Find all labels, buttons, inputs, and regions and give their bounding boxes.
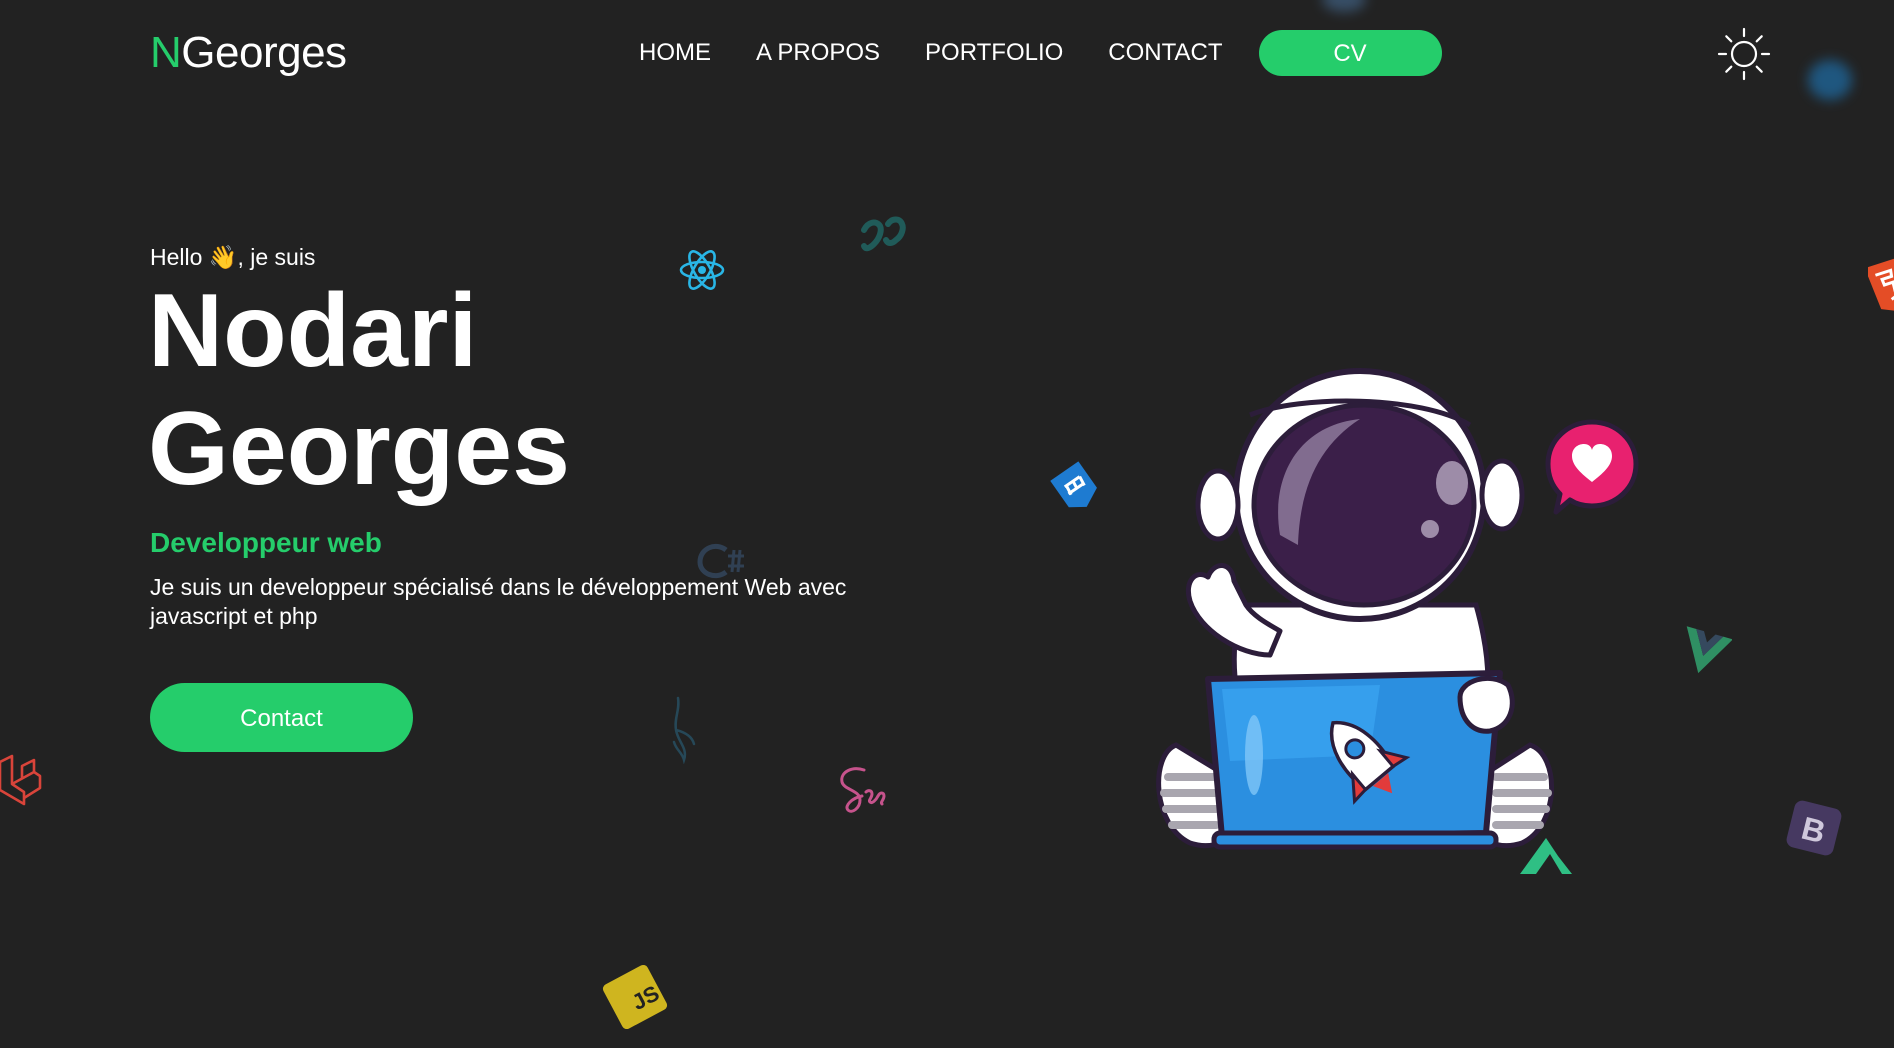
hero-last-name: Georges — [148, 391, 570, 507]
logo-text: Georges — [181, 28, 347, 77]
blurred-mysql-icon — [1808, 60, 1852, 100]
bootstrap-icon: B — [1786, 800, 1842, 856]
tailwind-icon — [861, 216, 906, 252]
hero-first-name: Nodari — [148, 273, 478, 389]
hero-greeting: Hello 👋, je suis — [150, 242, 315, 272]
cv-button[interactable]: CV — [1258, 30, 1442, 76]
sun-icon — [1717, 27, 1771, 81]
react-icon — [679, 250, 725, 290]
javascript-icon: JS — [602, 964, 668, 1030]
astronaut-with-laptop-illustration — [1156, 368, 1554, 850]
vue-icon — [1686, 626, 1732, 674]
contact-button[interactable]: Contact — [150, 683, 413, 752]
nav-link-contact[interactable]: CONTACT — [1108, 31, 1222, 75]
greeting-text-after: , je suis — [237, 244, 316, 270]
logo-initial: N — [150, 28, 182, 77]
waving-hand-icon: 👋 — [208, 244, 238, 270]
portfolio-page: NGeorges HOME A PROPOS PORTFOLIO CONTACT… — [0, 0, 1894, 1048]
laravel-icon — [0, 754, 42, 806]
nav-link-home[interactable]: HOME — [639, 31, 711, 75]
sass-icon — [840, 767, 886, 813]
hero-name: Nodari Georges — [148, 272, 570, 508]
greeting-text-before: Hello — [150, 244, 209, 270]
csharp-icon — [697, 544, 744, 579]
mui-icon — [1050, 461, 1097, 508]
mysql-dolphin-icon — [672, 696, 696, 764]
main-nav: HOME A PROPOS PORTFOLIO CONTACT CV — [620, 30, 1442, 76]
hero-role: Developpeur web — [150, 527, 382, 558]
blurred-dot-icon — [1322, 0, 1366, 12]
theme-toggle-button[interactable] — [1716, 26, 1772, 82]
html5-icon — [1868, 258, 1894, 311]
heart-icon — [1545, 419, 1639, 515]
nav-link-portfolio[interactable]: PORTFOLIO — [925, 31, 1063, 75]
logo-link[interactable]: NGeorges — [150, 26, 347, 80]
nav-link-about[interactable]: A PROPOS — [756, 31, 880, 75]
